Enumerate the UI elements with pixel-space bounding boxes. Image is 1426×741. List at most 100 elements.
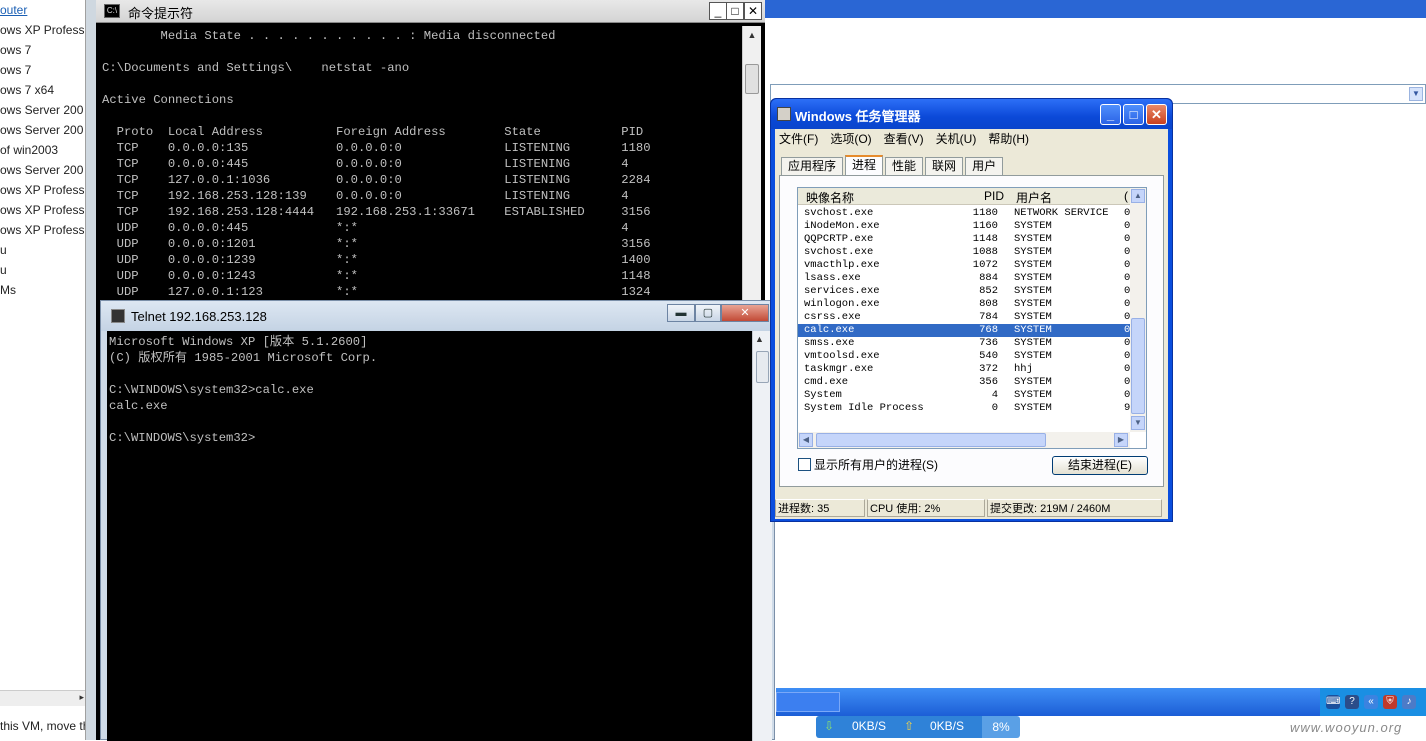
table-row[interactable]: svchost.exe 1180 NETWORK SERVICE 0: [798, 207, 1130, 220]
cell-name: QQPCRTP.exe: [804, 233, 874, 245]
column-image-name[interactable]: 映像名称: [806, 189, 854, 206]
end-process-button[interactable]: 结束进程(E): [1052, 456, 1148, 475]
vm-list-item[interactable]: ows XP Profess: [0, 220, 85, 240]
vm-list-item[interactable]: ows Server 200: [0, 120, 85, 140]
minimize-button[interactable]: ▬: [667, 304, 695, 322]
console-line: TCP 0.0.0.0:135 0.0.0.0:0 LISTENING 1180: [102, 141, 651, 155]
vm-list-item[interactable]: ows XP Profess: [0, 180, 85, 200]
telnet-titlebar[interactable]: Telnet 192.168.253.128 ▬ ▢ ✕: [101, 301, 774, 331]
shield-icon[interactable]: ⛨: [1383, 695, 1397, 709]
cell-user: SYSTEM: [1014, 220, 1052, 232]
status-commit-charge: 提交更改: 219M / 2460M: [987, 499, 1162, 517]
table-row[interactable]: services.exe 852 SYSTEM 0: [798, 285, 1130, 298]
vm-list-item[interactable]: ows XP Profess: [0, 20, 85, 40]
console-line: TCP 192.168.253.128:139 0.0.0.0:0 LISTEN…: [102, 189, 629, 203]
cmd-titlebar[interactable]: C:\ 命令提示符 _ □ ✕: [96, 0, 765, 23]
close-button[interactable]: ✕: [744, 2, 762, 20]
tab-2[interactable]: 性能: [885, 157, 924, 175]
telnet-scrollbar[interactable]: ▲: [752, 331, 772, 741]
vm-list-item[interactable]: outer: [0, 0, 85, 20]
scroll-thumb[interactable]: [1131, 318, 1145, 414]
table-row[interactable]: vmtoolsd.exe 540 SYSTEM 0: [798, 350, 1130, 363]
volume-icon[interactable]: ♪: [1402, 695, 1416, 709]
table-row[interactable]: svchost.exe 1088 SYSTEM 0: [798, 246, 1130, 259]
tab-0[interactable]: 应用程序: [781, 157, 844, 175]
menu-item[interactable]: 文件(F): [779, 130, 818, 148]
help-icon[interactable]: ?: [1345, 695, 1359, 709]
scroll-right-arrow-icon[interactable]: ▸: [79, 692, 84, 703]
column-pid[interactable]: PID: [984, 189, 1004, 203]
scroll-up-arrow-icon[interactable]: ▲: [1131, 189, 1145, 203]
table-row[interactable]: vmacthlp.exe 1072 SYSTEM 0: [798, 259, 1130, 272]
console-line: UDP 127.0.0.1:123 *:* 1324: [102, 285, 651, 299]
cell-name: vmacthlp.exe: [804, 259, 880, 271]
keyboard-icon[interactable]: ⌨: [1326, 695, 1340, 709]
tab-4[interactable]: 用户: [965, 157, 1004, 175]
table-row[interactable]: smss.exe 736 SYSTEM 0: [798, 337, 1130, 350]
vm-list-item[interactable]: ows Server 200: [0, 160, 85, 180]
menu-item[interactable]: 查看(V): [884, 130, 924, 148]
scroll-up-arrow-icon[interactable]: ▲: [755, 334, 764, 344]
show-all-users-label: 显示所有用户的进程(S): [814, 458, 938, 472]
cell-pid: 540: [979, 350, 998, 362]
scroll-left-arrow-icon[interactable]: ◀: [799, 433, 813, 447]
menu-bar: 文件(F) 选项(O) 查看(V) 关机(U) 帮助(H): [779, 130, 1029, 148]
scroll-down-arrow-icon[interactable]: ▼: [1131, 416, 1145, 430]
vm-list-item[interactable]: ows 7: [0, 60, 85, 80]
close-button[interactable]: ✕: [1146, 104, 1167, 125]
table-row[interactable]: lsass.exe 884 SYSTEM 0: [798, 272, 1130, 285]
menu-item[interactable]: 帮助(H): [988, 130, 1029, 148]
process-list-horizontal-scrollbar[interactable]: ◀ ▶: [798, 432, 1130, 448]
close-button[interactable]: ✕: [721, 304, 769, 322]
process-list[interactable]: 映像名称 PID 用户名 ( svchost.exe 1180 NETWORK SE…: [797, 187, 1147, 449]
maximize-button[interactable]: □: [1123, 104, 1144, 125]
menu-item[interactable]: 选项(O): [830, 130, 871, 148]
task-manager-titlebar[interactable]: Windows 任务管理器 _ □ ✕: [771, 99, 1172, 129]
tab-1[interactable]: 进程: [845, 155, 884, 175]
tab-3[interactable]: 联网: [925, 157, 964, 175]
table-row[interactable]: System 4 SYSTEM 0: [798, 389, 1130, 402]
table-row[interactable]: csrss.exe 784 SYSTEM 0: [798, 311, 1130, 324]
table-row[interactable]: cmd.exe 356 SYSTEM 0: [798, 376, 1130, 389]
console-line: UDP 0.0.0.0:1239 *:* 1400: [102, 253, 651, 267]
taskbar-button[interactable]: [776, 692, 840, 712]
maximize-button[interactable]: □: [726, 2, 744, 20]
vm-list-item[interactable]: of win2003: [0, 140, 85, 160]
vm-list-item[interactable]: u: [0, 260, 85, 280]
scroll-thumb[interactable]: [745, 64, 759, 94]
table-row[interactable]: winlogon.exe 808 SYSTEM 0: [798, 298, 1130, 311]
minimize-button[interactable]: _: [709, 2, 727, 20]
table-row[interactable]: taskmgr.exe 372 hhj 0: [798, 363, 1130, 376]
cell-pid: 768: [979, 324, 998, 336]
checkbox-box[interactable]: [798, 458, 811, 471]
vm-list-item[interactable]: u: [0, 240, 85, 260]
minimize-button[interactable]: _: [1100, 104, 1121, 125]
table-row[interactable]: calc.exe 768 SYSTEM 0: [798, 324, 1130, 337]
vm-list-item[interactable]: Ms: [0, 280, 85, 300]
process-list-vertical-scrollbar[interactable]: ▲ ▼: [1130, 188, 1146, 432]
table-row[interactable]: System Idle Process 0 SYSTEM 9: [798, 402, 1130, 415]
column-extra[interactable]: (: [1124, 189, 1128, 203]
telnet-console[interactable]: Microsoft Windows XP [版本 5.1.2600] (C) 版权…: [107, 331, 752, 741]
vm-list-item[interactable]: ows XP Profess: [0, 200, 85, 220]
scroll-thumb[interactable]: [816, 433, 1046, 447]
vm-list-item[interactable]: ows Server 200: [0, 100, 85, 120]
table-row[interactable]: QQPCRTP.exe 1148 SYSTEM 0: [798, 233, 1130, 246]
cell-name: services.exe: [804, 285, 880, 297]
scroll-thumb[interactable]: [756, 351, 769, 383]
scroll-right-arrow-icon[interactable]: ▶: [1114, 433, 1128, 447]
cmd-icon: C:\: [104, 4, 120, 18]
maximize-button[interactable]: ▢: [695, 304, 721, 322]
vm-list-item[interactable]: ows 7: [0, 40, 85, 60]
cmd-scrollbar[interactable]: ▲: [742, 26, 761, 300]
table-row[interactable]: iNodeMon.exe 1160 SYSTEM 0: [798, 220, 1130, 233]
sidebar-horizontal-scrollbar[interactable]: ▸: [0, 690, 85, 706]
vm-list-item[interactable]: ows 7 x64: [0, 80, 85, 100]
download-speed: 0KB/S: [852, 719, 887, 733]
show-all-users-checkbox[interactable]: 显示所有用户的进程(S): [798, 456, 938, 473]
menu-item[interactable]: 关机(U): [936, 130, 977, 148]
chevron-down-icon[interactable]: ▼: [1409, 87, 1423, 101]
column-username[interactable]: 用户名: [1016, 189, 1052, 206]
scroll-up-arrow-icon[interactable]: ▲: [744, 27, 760, 43]
network-icon[interactable]: «: [1364, 695, 1378, 709]
